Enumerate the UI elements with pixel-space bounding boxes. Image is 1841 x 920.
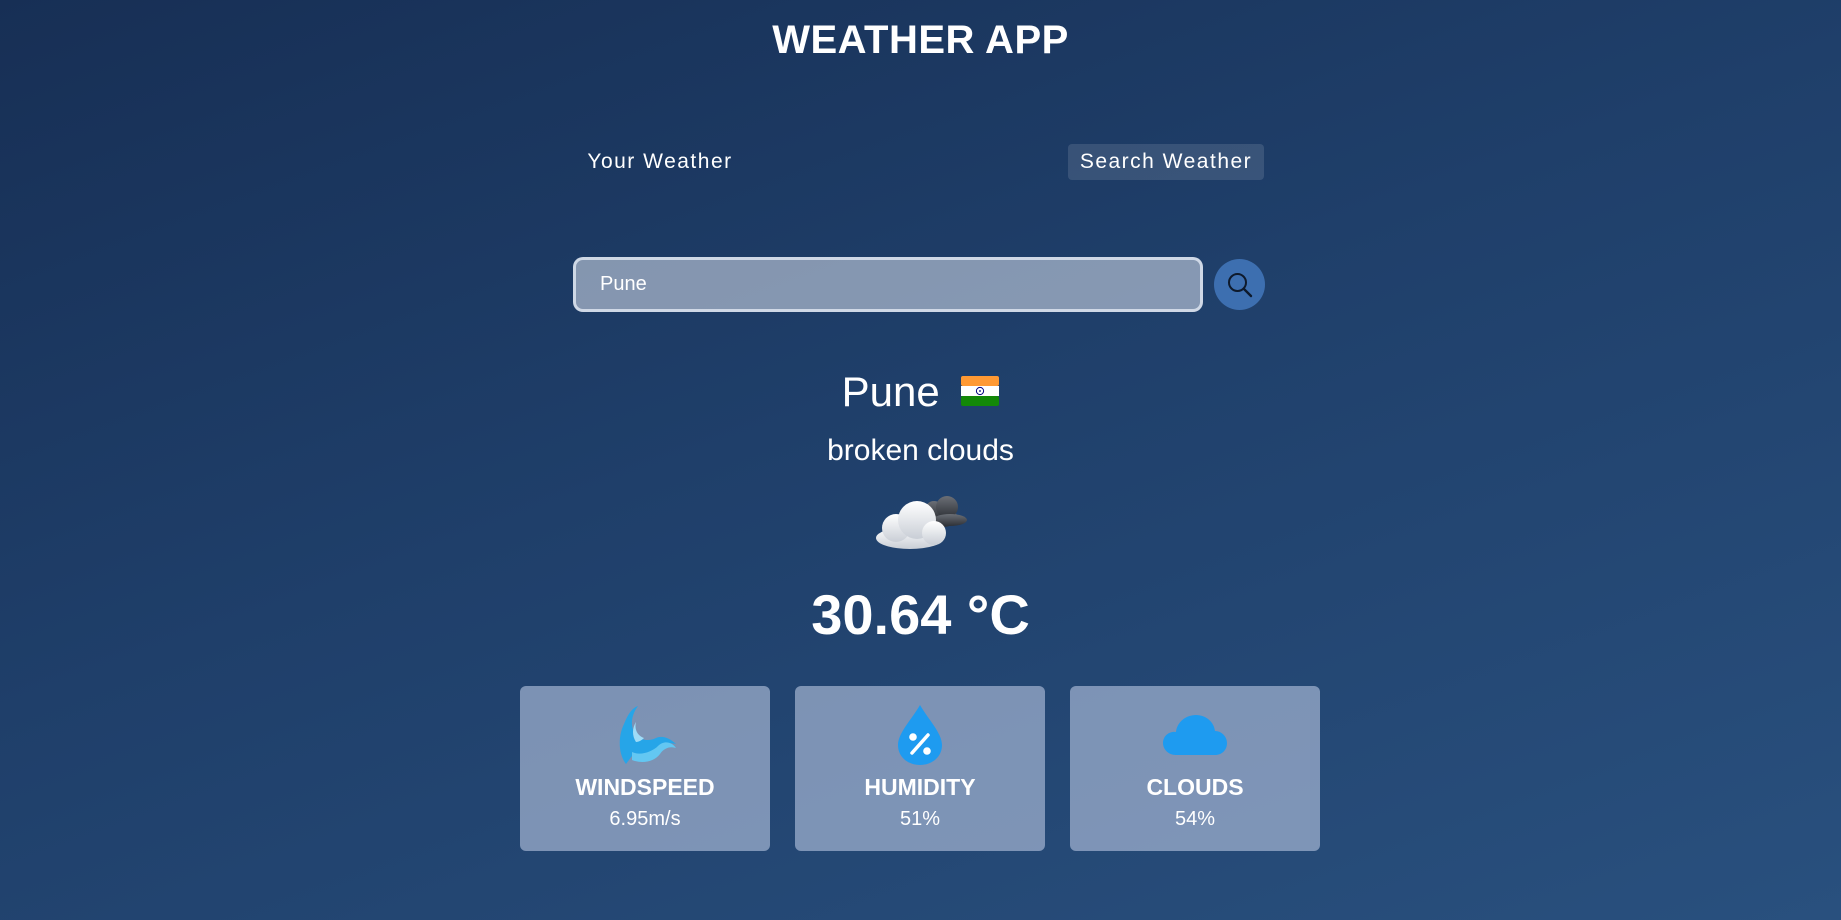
humidity-card: HUMIDITY 51%: [795, 686, 1045, 851]
city-heading: Pune: [0, 368, 1841, 416]
page-title: WEATHER APP: [772, 18, 1069, 62]
weather-description: broken clouds: [827, 434, 1014, 467]
search-button[interactable]: [1214, 259, 1265, 310]
tab-your-weather[interactable]: Your Weather: [576, 144, 744, 180]
tab-search-weather[interactable]: Search Weather: [1068, 144, 1264, 180]
search-input[interactable]: [573, 257, 1203, 312]
india-flag-icon: [961, 368, 1000, 416]
windspeed-label: WINDSPEED: [575, 774, 715, 800]
windspeed-value: 6.95m/s: [609, 808, 681, 830]
humidity-label: HUMIDITY: [864, 774, 976, 800]
humidity-icon: [795, 702, 1045, 768]
clouds-label: CLOUDS: [1146, 774, 1244, 800]
clouds-card: CLOUDS 54%: [1070, 686, 1320, 851]
wind-icon: [520, 702, 770, 768]
clouds-value: 54%: [1174, 808, 1216, 830]
cloud-icon: [1070, 702, 1320, 768]
temperature-value: 30.64 °C: [811, 583, 1030, 646]
windspeed-card: WINDSPEED 6.95m/s: [520, 686, 770, 851]
broken-clouds-icon: [870, 490, 970, 552]
humidity-value: 51%: [899, 808, 941, 830]
search-icon: [1227, 272, 1252, 297]
city-name: Pune: [841, 368, 940, 415]
